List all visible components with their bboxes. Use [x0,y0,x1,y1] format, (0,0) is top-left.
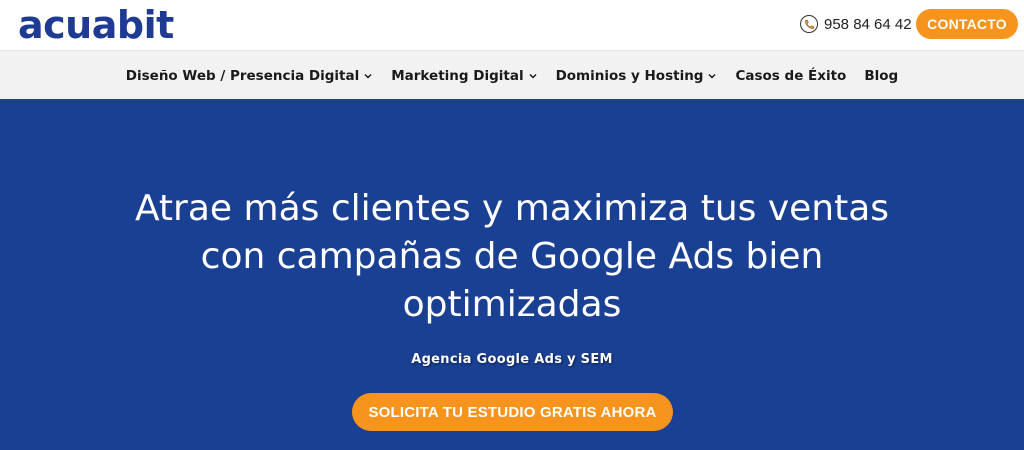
top-header: acuabit 958 84 64 42 CONTACTO [0,0,1024,50]
request-study-button[interactable]: SOLICITA TU ESTUDIO GRATIS AHORA [352,393,673,431]
phone-number: 958 84 64 42 [824,15,912,33]
nav-item-blog[interactable]: Blog [864,68,898,84]
hero-title-line: con campañas de Google Ads bien [200,236,824,277]
nav-item-label: Dominios y Hosting [555,67,704,84]
nav-item-marketing-digital[interactable]: Marketing Digital [391,68,537,84]
nav-item-label: Diseño Web / Presencia Digital [125,67,360,84]
nav-item-label: Marketing Digital [391,67,524,84]
chevron-down-icon [529,73,537,79]
main-nav: Diseño Web / Presencia Digital Marketing… [0,50,1024,99]
hero-title-line: optimizadas [402,284,622,325]
chevron-down-icon [364,73,372,79]
nav-list: Diseño Web / Presencia Digital Marketing… [0,51,1024,100]
nav-item-diseno-web[interactable]: Diseño Web / Presencia Digital [126,68,373,84]
hero-subtitle: Agencia Google Ads y SEM [411,352,613,367]
phone-icon [800,15,818,33]
phone-link[interactable]: 958 84 64 42 [800,13,912,35]
hero-section: Atrae más clientes y maximiza tus ventas… [0,99,1024,450]
logo[interactable]: acuabit [18,3,174,47]
chevron-down-icon [708,73,716,79]
nav-item-label: Blog [864,67,899,84]
nav-item-casos-exito[interactable]: Casos de Éxito [735,68,846,84]
hero-title: Atrae más clientes y maximiza tus ventas… [62,185,962,329]
nav-item-label: Casos de Éxito [735,67,847,84]
hero-title-line: Atrae más clientes y maximiza tus ventas [134,188,890,229]
nav-item-dominios-hosting[interactable]: Dominios y Hosting [556,68,718,84]
contact-button[interactable]: CONTACTO [916,9,1018,39]
